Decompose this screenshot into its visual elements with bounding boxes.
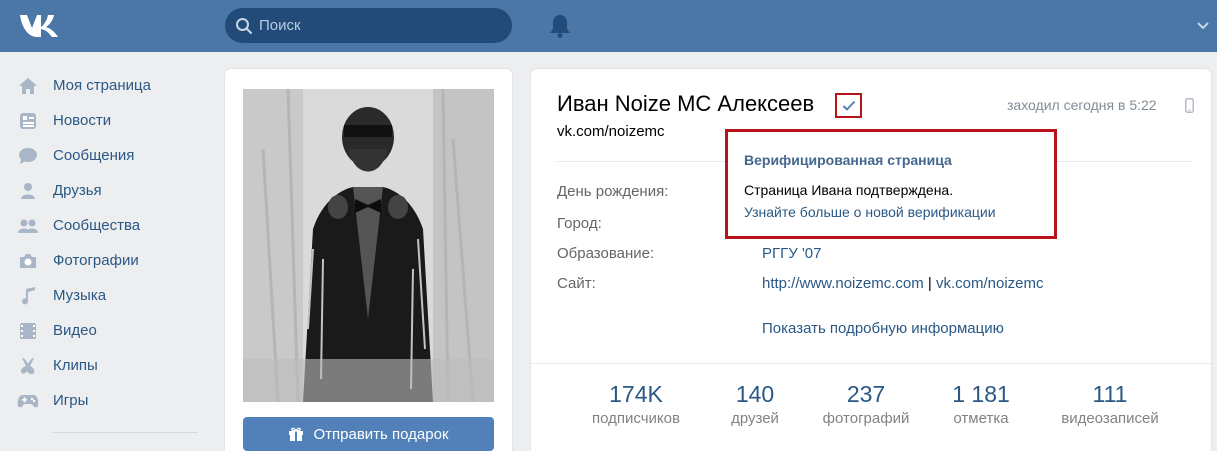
last-seen-status: заходил сегодня в 5:22: [1007, 97, 1157, 113]
counter-label: отметка: [953, 410, 1009, 427]
tooltip-title: Верифицированная страница: [744, 152, 952, 168]
counter-followers[interactable]: 174K подписчиков: [571, 381, 701, 427]
counter-label: видеозаписей: [1061, 410, 1159, 427]
sidebar-item-label: Фотографии: [53, 252, 139, 269]
city-label: Город:: [557, 215, 602, 232]
sidebar-item-label: Клипы: [53, 357, 98, 374]
sidebar-item-label: Новости: [53, 112, 112, 129]
sidebar-divider: [52, 432, 198, 433]
search-input[interactable]: [259, 8, 499, 43]
sidebar-item-label: Сообщения: [53, 147, 135, 164]
sidebar-item-label: Видео: [53, 322, 97, 339]
vk-logo-icon[interactable]: [18, 11, 60, 39]
sidebar-item-messages[interactable]: Сообщения: [14, 138, 204, 173]
counter-videos[interactable]: 111 видеозаписей: [1045, 381, 1175, 427]
counter-label: подписчиков: [592, 410, 680, 427]
sidebar-item-photos[interactable]: Фотографии: [14, 243, 204, 278]
music-icon: [17, 285, 39, 307]
counter-number: 1 181: [952, 381, 1010, 407]
profile-counters: 174K подписчиков 140 друзей 237 фотограф…: [571, 381, 1191, 441]
site-link-2[interactable]: vk.com/noizemc: [936, 275, 1044, 292]
sidebar-item-music[interactable]: Музыка: [14, 278, 204, 313]
sidebar-item-label: Моя страница: [53, 77, 151, 94]
gamepad-icon: [17, 390, 39, 412]
site-label: Сайт:: [557, 275, 596, 292]
verified-badge[interactable]: [835, 93, 862, 118]
profile-photo[interactable]: [243, 89, 494, 402]
tooltip-text: Страница Ивана подтверждена.: [744, 182, 954, 198]
mobile-phone-icon: [1185, 98, 1194, 113]
news-icon: [17, 110, 39, 132]
sidebar-item-label: Сообщества: [53, 217, 141, 234]
profile-photo-card: Отправить подарок: [225, 69, 512, 451]
sidebar-item-clips[interactable]: Клипы: [14, 348, 204, 383]
sidebar-item-communities[interactable]: Сообщества: [14, 208, 204, 243]
sidebar-item-games[interactable]: Игры: [14, 383, 204, 418]
divider: [531, 363, 1211, 364]
education-value[interactable]: РГГУ '07: [762, 245, 822, 262]
counter-label: фотографий: [822, 410, 910, 427]
messages-icon: [17, 145, 39, 167]
camera-icon: [17, 250, 39, 272]
video-icon: [17, 320, 39, 342]
profile-short-link: vk.com/noizemc: [557, 123, 665, 140]
sidebar-item-my-page[interactable]: Моя страница: [14, 68, 204, 103]
home-icon: [17, 75, 39, 97]
notifications-bell-icon[interactable]: [548, 13, 572, 39]
verification-tooltip: Верифицированная страница Страница Ивана…: [725, 129, 1057, 239]
counter-photos[interactable]: 237 фотографий: [801, 381, 931, 427]
learn-more-verification-link[interactable]: Узнайте больше о новой верификации: [744, 204, 996, 220]
sidebar-item-news[interactable]: Новости: [14, 103, 204, 138]
sidebar-item-label: Игры: [53, 392, 89, 409]
left-sidebar: Моя страница Новости Сообщения Друзья Со…: [14, 68, 204, 418]
counter-number: 111: [1092, 381, 1128, 407]
site-link-1[interactable]: http://www.noizemc.com: [762, 275, 924, 292]
send-gift-button[interactable]: Отправить подарок: [243, 417, 494, 451]
search-box[interactable]: [225, 8, 512, 43]
search-icon: [236, 18, 252, 34]
top-header: [0, 0, 1217, 52]
counter-number: 237: [846, 381, 886, 407]
sidebar-item-label: Музыка: [53, 287, 107, 304]
gift-icon: [289, 427, 304, 441]
send-gift-label: Отправить подарок: [313, 425, 449, 443]
friends-icon: [17, 180, 39, 202]
birthday-label: День рождения:: [557, 183, 669, 200]
communities-icon: [17, 215, 39, 237]
clips-icon: [17, 355, 39, 377]
site-values: http://www.noizemc.com | vk.com/noizemc: [762, 275, 1044, 292]
sidebar-item-friends[interactable]: Друзья: [14, 173, 204, 208]
counter-tags[interactable]: 1 181 отметка: [916, 381, 1046, 427]
show-more-info-link[interactable]: Показать подробную информацию: [762, 320, 1004, 337]
checkmark-icon: [842, 100, 855, 111]
education-label: Образование:: [557, 245, 655, 262]
counter-number: 174K: [609, 381, 663, 407]
sidebar-item-label: Друзья: [53, 182, 102, 199]
sidebar-item-video[interactable]: Видео: [14, 313, 204, 348]
profile-name: Иван Noize MC Алексеев: [557, 91, 815, 116]
chevron-down-icon[interactable]: [1196, 20, 1210, 30]
profile-info-card: Иван Noize MC Алексеев vk.com/noizemc за…: [531, 69, 1211, 451]
site-separator: |: [927, 275, 932, 292]
